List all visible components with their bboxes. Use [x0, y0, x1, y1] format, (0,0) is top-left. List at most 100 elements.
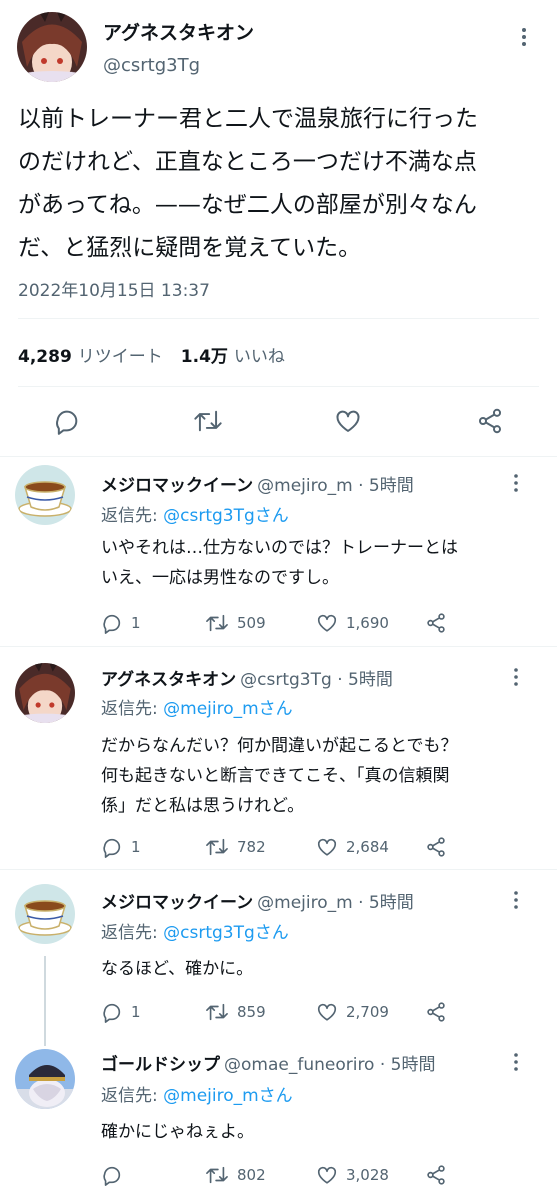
handle[interactable]: @mejiro_m · 5時間: [257, 476, 414, 496]
like-count: 2,684: [346, 838, 389, 856]
share-icon[interactable]: [425, 612, 447, 634]
display-name[interactable]: メジロマックイーン: [101, 893, 253, 913]
avatar[interactable]: [15, 1049, 75, 1109]
reply-action[interactable]: 1: [101, 1001, 141, 1023]
timestamp[interactable]: 2022年10月15日 13:37: [18, 276, 210, 301]
reply-count: 1: [131, 614, 141, 632]
retweet-action[interactable]: 859: [205, 1001, 266, 1023]
divider: [18, 386, 539, 387]
like-count: 3,028: [346, 1166, 389, 1184]
like-action[interactable]: 2,684: [316, 836, 389, 858]
display-name[interactable]: アグネスタキオン: [103, 18, 254, 45]
reply-header: ゴールドシップ @omae_funeoriro · 5時間: [101, 1050, 436, 1075]
reply-tweet[interactable]: メジロマックイーン @mejiro_m · 5時間 返信先: @csrtg3Tgさ…: [0, 870, 557, 1033]
like-label[interactable]: いいね: [234, 347, 285, 367]
share-icon[interactable]: [425, 836, 447, 858]
avatar[interactable]: [15, 465, 75, 525]
share-icon[interactable]: [425, 1164, 447, 1186]
divider: [18, 318, 539, 319]
reply-icon[interactable]: [53, 407, 81, 435]
reply-action[interactable]: [101, 1164, 131, 1186]
reply-to-link[interactable]: @csrtg3Tgさん: [163, 923, 289, 943]
reply-text: なるほど、確かに。: [101, 959, 254, 979]
retweet-count: 802: [237, 1166, 266, 1184]
share-action[interactable]: [425, 836, 447, 858]
display-name[interactable]: アグネスタキオン: [101, 670, 236, 690]
reply-to-link[interactable]: @mejiro_mさん: [163, 1086, 293, 1106]
avatar[interactable]: [15, 884, 75, 944]
reply-count: 1: [131, 838, 141, 856]
handle[interactable]: @csrtg3Tg · 5時間: [240, 670, 393, 690]
share-action[interactable]: [425, 612, 447, 634]
more-vertical-icon[interactable]: [510, 1052, 522, 1072]
share-icon[interactable]: [425, 1001, 447, 1023]
main-tweet: アグネスタキオン @csrtg3Tg 以前トレーナー君と二人で温泉旅行に行った …: [0, 0, 557, 456]
avatar[interactable]: [15, 663, 75, 723]
retweet-count: 509: [237, 614, 266, 632]
display-name[interactable]: ゴールドシップ: [101, 1055, 220, 1075]
reply-tweet[interactable]: ゴールドシップ @omae_funeoriro · 5時間 返信先: @mejir…: [0, 1033, 557, 1200]
share-action[interactable]: [425, 1164, 447, 1186]
reply-action[interactable]: 1: [101, 612, 141, 634]
tweet-stats: 4,289 リツイート 1.4万 いいね: [18, 342, 285, 367]
reply-header: メジロマックイーン @mejiro_m · 5時間: [101, 471, 414, 496]
handle[interactable]: @omae_funeoriro · 5時間: [224, 1055, 436, 1075]
share-action[interactable]: [425, 1001, 447, 1023]
reply-header: メジロマックイーン @mejiro_m · 5時間: [101, 888, 414, 913]
heart-icon[interactable]: [316, 1001, 338, 1023]
display-name[interactable]: メジロマックイーン: [101, 476, 253, 496]
reply-to-label: 返信先:: [101, 506, 158, 526]
retweet-count[interactable]: 4,289: [18, 347, 72, 367]
heart-icon[interactable]: [316, 612, 338, 634]
heart-icon[interactable]: [316, 1164, 338, 1186]
retweet-count: 782: [237, 838, 266, 856]
like-action[interactable]: 2,709: [316, 1001, 389, 1023]
reply-to-label: 返信先:: [101, 1086, 158, 1106]
reply-text: だからなんだい？何か間違いが起こるとでも？ 何も起きないと断言できてこそ、「真の…: [101, 736, 458, 816]
reply-to: 返信先: @mejiro_mさん: [101, 694, 293, 719]
retweet-action[interactable]: 509: [205, 612, 266, 634]
avatar[interactable]: [17, 12, 87, 82]
reply-to-link[interactable]: @mejiro_mさん: [163, 699, 293, 719]
handle[interactable]: @mejiro_m · 5時間: [257, 893, 414, 913]
more-vertical-icon[interactable]: [510, 890, 522, 910]
heart-icon[interactable]: [334, 407, 362, 435]
reply-text: いやそれは…仕方ないのでは？トレーナーとは いえ、一応は男性なのですし。: [101, 538, 458, 588]
like-count: 2,709: [346, 1003, 389, 1021]
reply-tweet[interactable]: アグネスタキオン @csrtg3Tg · 5時間 返信先: @mejiro_mさん…: [0, 647, 557, 869]
retweet-action[interactable]: 802: [205, 1164, 266, 1186]
reply-icon[interactable]: [101, 1001, 123, 1023]
reply-text: 確かにじゃねぇよ。: [101, 1122, 254, 1142]
tweet-text: 以前トレーナー君と二人で温泉旅行に行った のだけれど、正直なところ一つだけ不満な…: [18, 106, 478, 261]
retweet-icon[interactable]: [205, 1164, 229, 1186]
reply-to: 返信先: @mejiro_mさん: [101, 1081, 293, 1106]
retweet-icon[interactable]: [193, 407, 223, 435]
reply-count: 1: [131, 1003, 141, 1021]
retweet-icon[interactable]: [205, 836, 229, 858]
retweet-icon[interactable]: [205, 1001, 229, 1023]
retweet-icon[interactable]: [205, 612, 229, 634]
share-icon[interactable]: [476, 407, 504, 435]
reply-to-label: 返信先:: [101, 923, 158, 943]
handle[interactable]: @csrtg3Tg: [103, 55, 200, 76]
like-count: 1,690: [346, 614, 389, 632]
retweet-count: 859: [237, 1003, 266, 1021]
more-vertical-icon[interactable]: [510, 667, 522, 687]
reply-icon[interactable]: [101, 612, 123, 634]
reply-header: アグネスタキオン @csrtg3Tg · 5時間: [101, 665, 393, 690]
reply-icon[interactable]: [101, 1164, 123, 1186]
like-action[interactable]: 1,690: [316, 612, 389, 634]
reply-action[interactable]: 1: [101, 836, 141, 858]
more-vertical-icon[interactable]: [518, 26, 530, 48]
like-count[interactable]: 1.4万: [181, 347, 228, 367]
reply-to: 返信先: @csrtg3Tgさん: [101, 918, 289, 943]
reply-to-link[interactable]: @csrtg3Tgさん: [163, 506, 289, 526]
reply-to: 返信先: @csrtg3Tgさん: [101, 501, 289, 526]
retweet-label[interactable]: リツイート: [78, 347, 163, 367]
reply-tweet[interactable]: メジロマックイーン @mejiro_m · 5時間 返信先: @csrtg3Tgさ…: [0, 457, 557, 646]
like-action[interactable]: 3,028: [316, 1164, 389, 1186]
retweet-action[interactable]: 782: [205, 836, 266, 858]
heart-icon[interactable]: [316, 836, 338, 858]
reply-icon[interactable]: [101, 836, 123, 858]
more-vertical-icon[interactable]: [510, 473, 522, 493]
